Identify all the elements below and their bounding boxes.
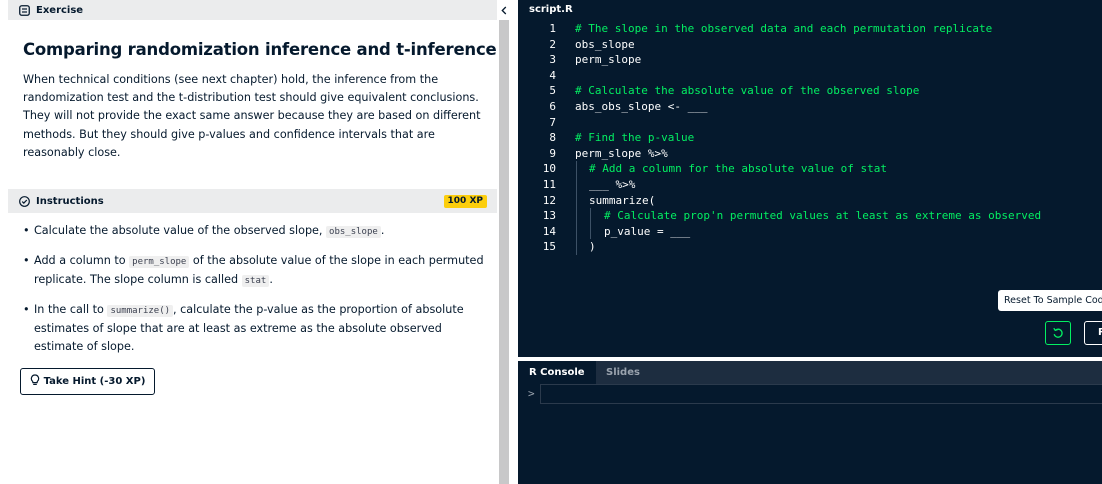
exercise-icon: [18, 4, 31, 17]
exercise-header: Exercise: [8, 0, 497, 20]
inline-code: stat: [241, 275, 270, 287]
instruction-item: • Calculate the absolute value of the ob…: [23, 222, 491, 241]
bullet: •: [23, 254, 30, 267]
instruction-item: • In the call to summarize(), calculate …: [23, 303, 464, 353]
chevron-left-icon: [501, 0, 507, 19]
code-comment-line[interactable]: # Calculate prop'n permuted values at le…: [575, 208, 1102, 224]
tab-r-console[interactable]: R Console: [518, 361, 596, 384]
take-hint-label: Take Hint (-30 XP): [43, 376, 146, 387]
line-number: 10: [542, 162, 556, 176]
line-number: 3: [549, 53, 556, 67]
code-line[interactable]: [575, 68, 1102, 84]
editor-tab-bar: script.R: [518, 0, 1102, 20]
code-comment-line[interactable]: # Calculate the absolute value of the ob…: [575, 83, 1102, 99]
exercise-title: Comparing randomization inference and t-…: [23, 40, 497, 59]
code-lines[interactable]: # The slope in the observed data and eac…: [575, 21, 1102, 255]
code-line[interactable]: ): [575, 239, 1102, 255]
tab-script-r[interactable]: script.R: [523, 0, 579, 20]
bullet: •: [23, 224, 30, 237]
code-line[interactable]: perm_slope: [575, 52, 1102, 68]
line-number: 7: [549, 115, 556, 129]
code-line[interactable]: obs_slope: [575, 37, 1102, 53]
instruction-item: • Add a column to perm_slope of the abso…: [23, 254, 484, 287]
exercise-scrollbar[interactable]: [499, 20, 509, 484]
code-line[interactable]: p_value = ___: [575, 223, 1102, 240]
reset-code-button[interactable]: [1045, 321, 1071, 345]
indent-guide: [576, 192, 577, 209]
check-circle-icon: [18, 195, 31, 208]
reset-icon: [1052, 324, 1064, 343]
line-number: 4: [549, 68, 556, 82]
code-line[interactable]: ___ %>%: [575, 176, 1102, 193]
line-number: 11: [542, 177, 556, 191]
indent-guide: [590, 223, 591, 240]
collapse-pane-button[interactable]: [497, 0, 511, 18]
indent-guide: [576, 208, 577, 224]
line-number: 6: [549, 99, 556, 113]
exercise-pane: Exercise Comparing randomization inferen…: [0, 0, 497, 484]
code-comment-line[interactable]: # Add a column for the absolute value of…: [575, 161, 1102, 177]
console-prompt: >: [528, 387, 535, 400]
tab-slides[interactable]: Slides: [595, 361, 651, 384]
indent-guide: [590, 208, 591, 224]
indent-guide: [576, 239, 577, 255]
line-number: 5: [549, 84, 556, 98]
code-line[interactable]: abs_obs_slope <- ___: [575, 99, 1102, 115]
bullet: •: [23, 303, 30, 316]
indent-guide: [576, 161, 577, 177]
inline-code: obs_slope: [326, 226, 381, 238]
xp-badge: 100 XP: [443, 195, 487, 208]
console-input[interactable]: [540, 384, 1102, 404]
line-number: 8: [549, 131, 556, 145]
code-editor: script.R 1 2 3 4 5 6 7 8 9 10 11 12 13 14 15 # The slo…: [518, 0, 1102, 357]
lightbulb-icon: [30, 374, 40, 389]
line-number: 12: [542, 193, 556, 207]
exercise-header-label: Exercise: [36, 4, 84, 16]
run-code-button[interactable]: Run: [1084, 321, 1102, 345]
inline-code: perm_slope: [129, 256, 190, 268]
code-comment-line[interactable]: # The slope in the observed data and eac…: [575, 21, 1102, 37]
indent-guide: [576, 176, 577, 193]
line-number: 1: [549, 22, 556, 35]
console-panel: R Console Slides >: [518, 361, 1102, 484]
code-comment-line[interactable]: # Find the p-value: [575, 130, 1102, 146]
line-number: 9: [549, 146, 556, 160]
take-hint-button[interactable]: Take Hint (-30 XP): [20, 368, 155, 395]
instructions-label: Instructions: [36, 195, 104, 207]
line-number: 13: [542, 209, 556, 223]
code-line[interactable]: summarize(: [575, 192, 1102, 209]
code-line[interactable]: [575, 115, 1102, 131]
line-number: 2: [549, 37, 556, 51]
inline-code: summarize(): [107, 305, 174, 317]
line-number-gutter: 1 2 3 4 5 6 7 8 9 10 11 12 13 14 15: [518, 21, 556, 255]
code-line[interactable]: perm_slope %>%: [575, 146, 1102, 162]
reset-tooltip: Reset To Sample Code: [998, 290, 1102, 311]
instructions-header: Instructions 100 XP: [8, 189, 497, 213]
exercise-description: When technical conditions (see next chap…: [23, 73, 481, 159]
instructions-list: • Calculate the absolute value of the ob…: [23, 222, 491, 367]
line-number: 15: [542, 240, 556, 254]
line-number: 14: [542, 224, 556, 238]
indent-guide: [576, 223, 577, 240]
pane-divider[interactable]: [497, 0, 518, 484]
console-tab-bar: R Console Slides: [518, 361, 1102, 384]
